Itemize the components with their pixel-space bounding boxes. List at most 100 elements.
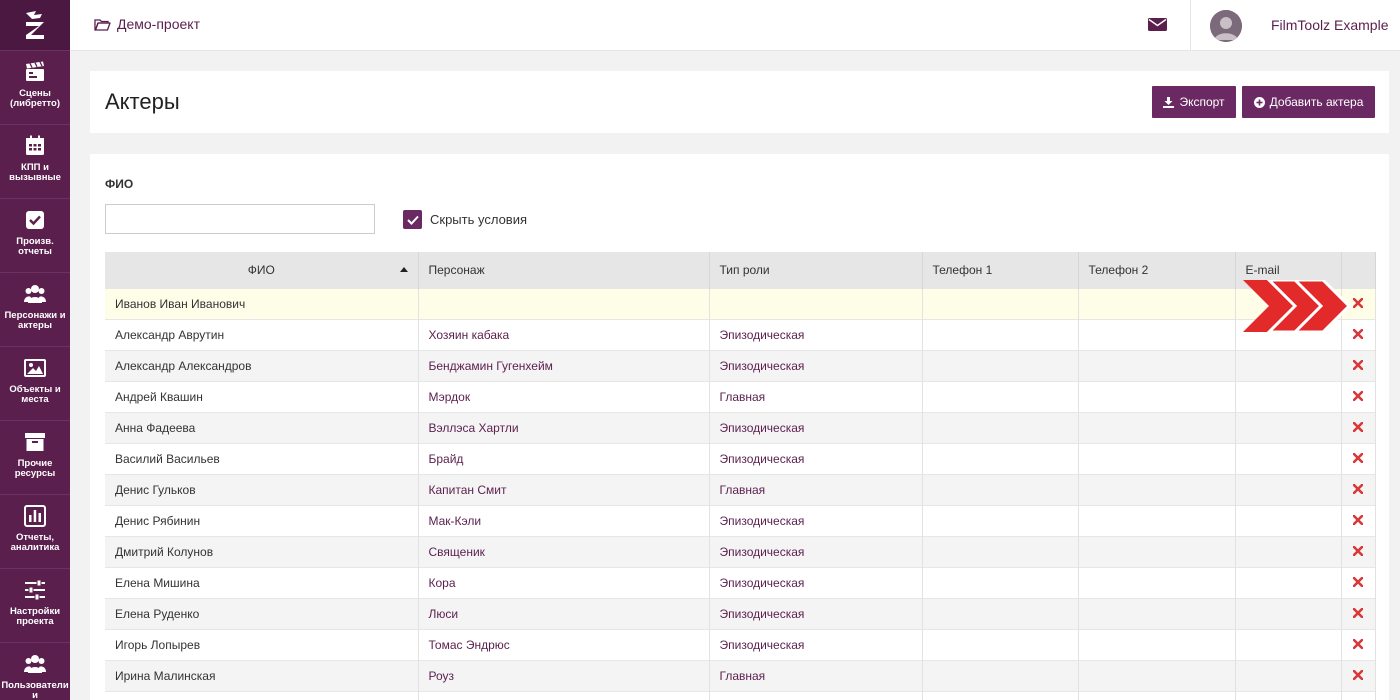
row-actions	[1341, 566, 1376, 598]
sidebar-item-label: Объекты и места	[9, 384, 61, 405]
sidebar-item-label: КПП и вызывные	[9, 162, 61, 183]
cell-email	[1235, 690, 1342, 700]
user-name[interactable]: FilmToolz Example	[1271, 17, 1388, 33]
cell-role-type: Эпизодическая	[709, 349, 923, 381]
table-row[interactable]: Александр Александров Бенджамин Гугенхейм…	[105, 349, 1376, 381]
table-row[interactable]	[105, 690, 1376, 700]
cell-email	[1235, 411, 1342, 443]
column-header-role-type[interactable]: Тип роли	[709, 252, 923, 288]
hide-conditions-toggle[interactable]: Скрыть условия	[403, 210, 527, 229]
delete-row-button[interactable]	[1352, 297, 1364, 311]
cell-character	[418, 287, 710, 319]
sidebar-item-8[interactable]: Пользователи и роли	[0, 642, 70, 700]
cell-name: Елена Руденко	[105, 597, 419, 629]
sidebar-item-0[interactable]: Сцены (либретто)	[0, 50, 70, 124]
delete-row-button[interactable]	[1352, 359, 1364, 373]
cell-character: Бенджамин Гугенхейм	[418, 349, 710, 381]
app-logo[interactable]	[0, 0, 70, 50]
delete-row-button[interactable]	[1352, 483, 1364, 497]
delete-row-button[interactable]	[1352, 452, 1364, 466]
hide-conditions-checkbox[interactable]	[403, 210, 422, 229]
table-row[interactable]: Александр Аврутин Хозяин кабака Эпизодичес…	[105, 318, 1376, 350]
cell-phone-1	[922, 690, 1079, 700]
sidebar-item-label: Прочие ресурсы	[14, 458, 56, 479]
close-icon	[1352, 607, 1364, 619]
user-group-icon	[24, 653, 46, 675]
delete-row-button[interactable]	[1352, 638, 1364, 652]
close-icon	[1352, 390, 1364, 402]
cell-phone-2	[1078, 318, 1236, 350]
column-header-phone-2[interactable]: Телефон 2	[1078, 252, 1236, 288]
close-icon	[1352, 297, 1364, 309]
add-actor-button-label: Добавить актера	[1269, 95, 1364, 109]
sidebar-item-3[interactable]: Персонажи и актеры	[0, 272, 70, 346]
name-filter-input[interactable]	[105, 204, 375, 234]
table-row[interactable]: Игорь Лопырев Томас Эндрюс Эпизодическая	[105, 628, 1376, 660]
close-icon	[1352, 576, 1364, 588]
cell-email	[1235, 349, 1342, 381]
table-row[interactable]: Дмитрий Колунов Священик Эпизодическая	[105, 535, 1376, 567]
delete-row-button[interactable]	[1352, 514, 1364, 528]
close-icon	[1352, 421, 1364, 433]
table-row[interactable]: Анна Фадеева Вэллэса Хартли Эпизодическая	[105, 411, 1376, 443]
add-actor-button[interactable]: Добавить актера	[1242, 86, 1375, 118]
row-actions	[1341, 473, 1376, 505]
column-header-name[interactable]: ФИО	[105, 252, 419, 288]
cell-phone-2	[1078, 287, 1236, 319]
cell-name: Денис Рябинин	[105, 504, 419, 536]
table-row[interactable]: Андрей Квашин Мэрдок Главная	[105, 380, 1376, 412]
sidebar-item-4[interactable]: Объекты и места	[0, 346, 70, 420]
cell-phone-1	[922, 411, 1079, 443]
cell-role-type	[709, 690, 923, 700]
sidebar-item-2[interactable]: Произв. отчеты	[0, 198, 70, 272]
envelope-icon	[1148, 18, 1167, 31]
row-actions	[1341, 442, 1376, 474]
cell-character: Капитан Смит	[418, 473, 710, 505]
column-header-phone-1[interactable]: Телефон 1	[922, 252, 1079, 288]
project-selector[interactable]: Демо-проект	[94, 16, 200, 32]
cell-character: Кора	[418, 566, 710, 598]
table-row[interactable]: Ирина Малинская Роуз Главная	[105, 659, 1376, 691]
delete-row-button[interactable]	[1352, 421, 1364, 435]
table-row[interactable]: Елена Мишина Кора Эпизодическая	[105, 566, 1376, 598]
delete-row-button[interactable]	[1352, 669, 1364, 683]
cell-character: Брайд	[418, 442, 710, 474]
messages-button[interactable]	[1148, 17, 1167, 35]
sidebar-item-6[interactable]: Отчеты, аналитика	[0, 494, 70, 568]
table-row[interactable]: Елена Руденко Люси Эпизодическая	[105, 597, 1376, 629]
cell-phone-2	[1078, 690, 1236, 700]
page-header: Актеры Экспорт Добавить актера	[90, 71, 1389, 133]
cell-phone-2	[1078, 566, 1236, 598]
table-row[interactable]: Денис Гульков Капитан Смит Главная	[105, 473, 1376, 505]
hide-conditions-label: Скрыть условия	[430, 212, 528, 227]
delete-row-button[interactable]	[1352, 576, 1364, 590]
row-actions	[1341, 504, 1376, 536]
cell-phone-2	[1078, 504, 1236, 536]
bar-chart-icon	[24, 505, 46, 527]
sidebar-item-1[interactable]: КПП и вызывные	[0, 124, 70, 198]
sidebar-item-7[interactable]: Настройки проекта	[0, 568, 70, 642]
delete-row-button[interactable]	[1352, 607, 1364, 621]
table-row[interactable]: Денис Рябинин Мак-Кэли Эпизодическая	[105, 504, 1376, 536]
cell-phone-2	[1078, 659, 1236, 691]
export-button[interactable]: Экспорт	[1152, 86, 1236, 118]
annotation-arrows-icon	[1243, 280, 1351, 332]
column-header-character[interactable]: Персонаж	[418, 252, 710, 288]
cell-name: Анна Фадеева	[105, 411, 419, 443]
close-icon	[1352, 483, 1364, 495]
cell-phone-1	[922, 349, 1079, 381]
delete-row-button[interactable]	[1352, 390, 1364, 404]
delete-row-button[interactable]	[1352, 545, 1364, 559]
delete-row-button[interactable]	[1352, 328, 1364, 342]
close-icon	[1352, 669, 1364, 681]
cell-character	[418, 690, 710, 700]
user-avatar[interactable]	[1210, 10, 1242, 42]
table-row[interactable]: Василий Васильев Брайд Эпизодическая	[105, 442, 1376, 474]
row-actions	[1341, 628, 1376, 660]
cell-role-type: Эпизодическая	[709, 318, 923, 350]
cell-role-type	[709, 287, 923, 319]
sidebar-item-5[interactable]: Прочие ресурсы	[0, 420, 70, 494]
table-row[interactable]: Иванов Иван Иванович	[105, 287, 1376, 319]
cell-phone-2	[1078, 380, 1236, 412]
close-icon	[1352, 452, 1364, 464]
